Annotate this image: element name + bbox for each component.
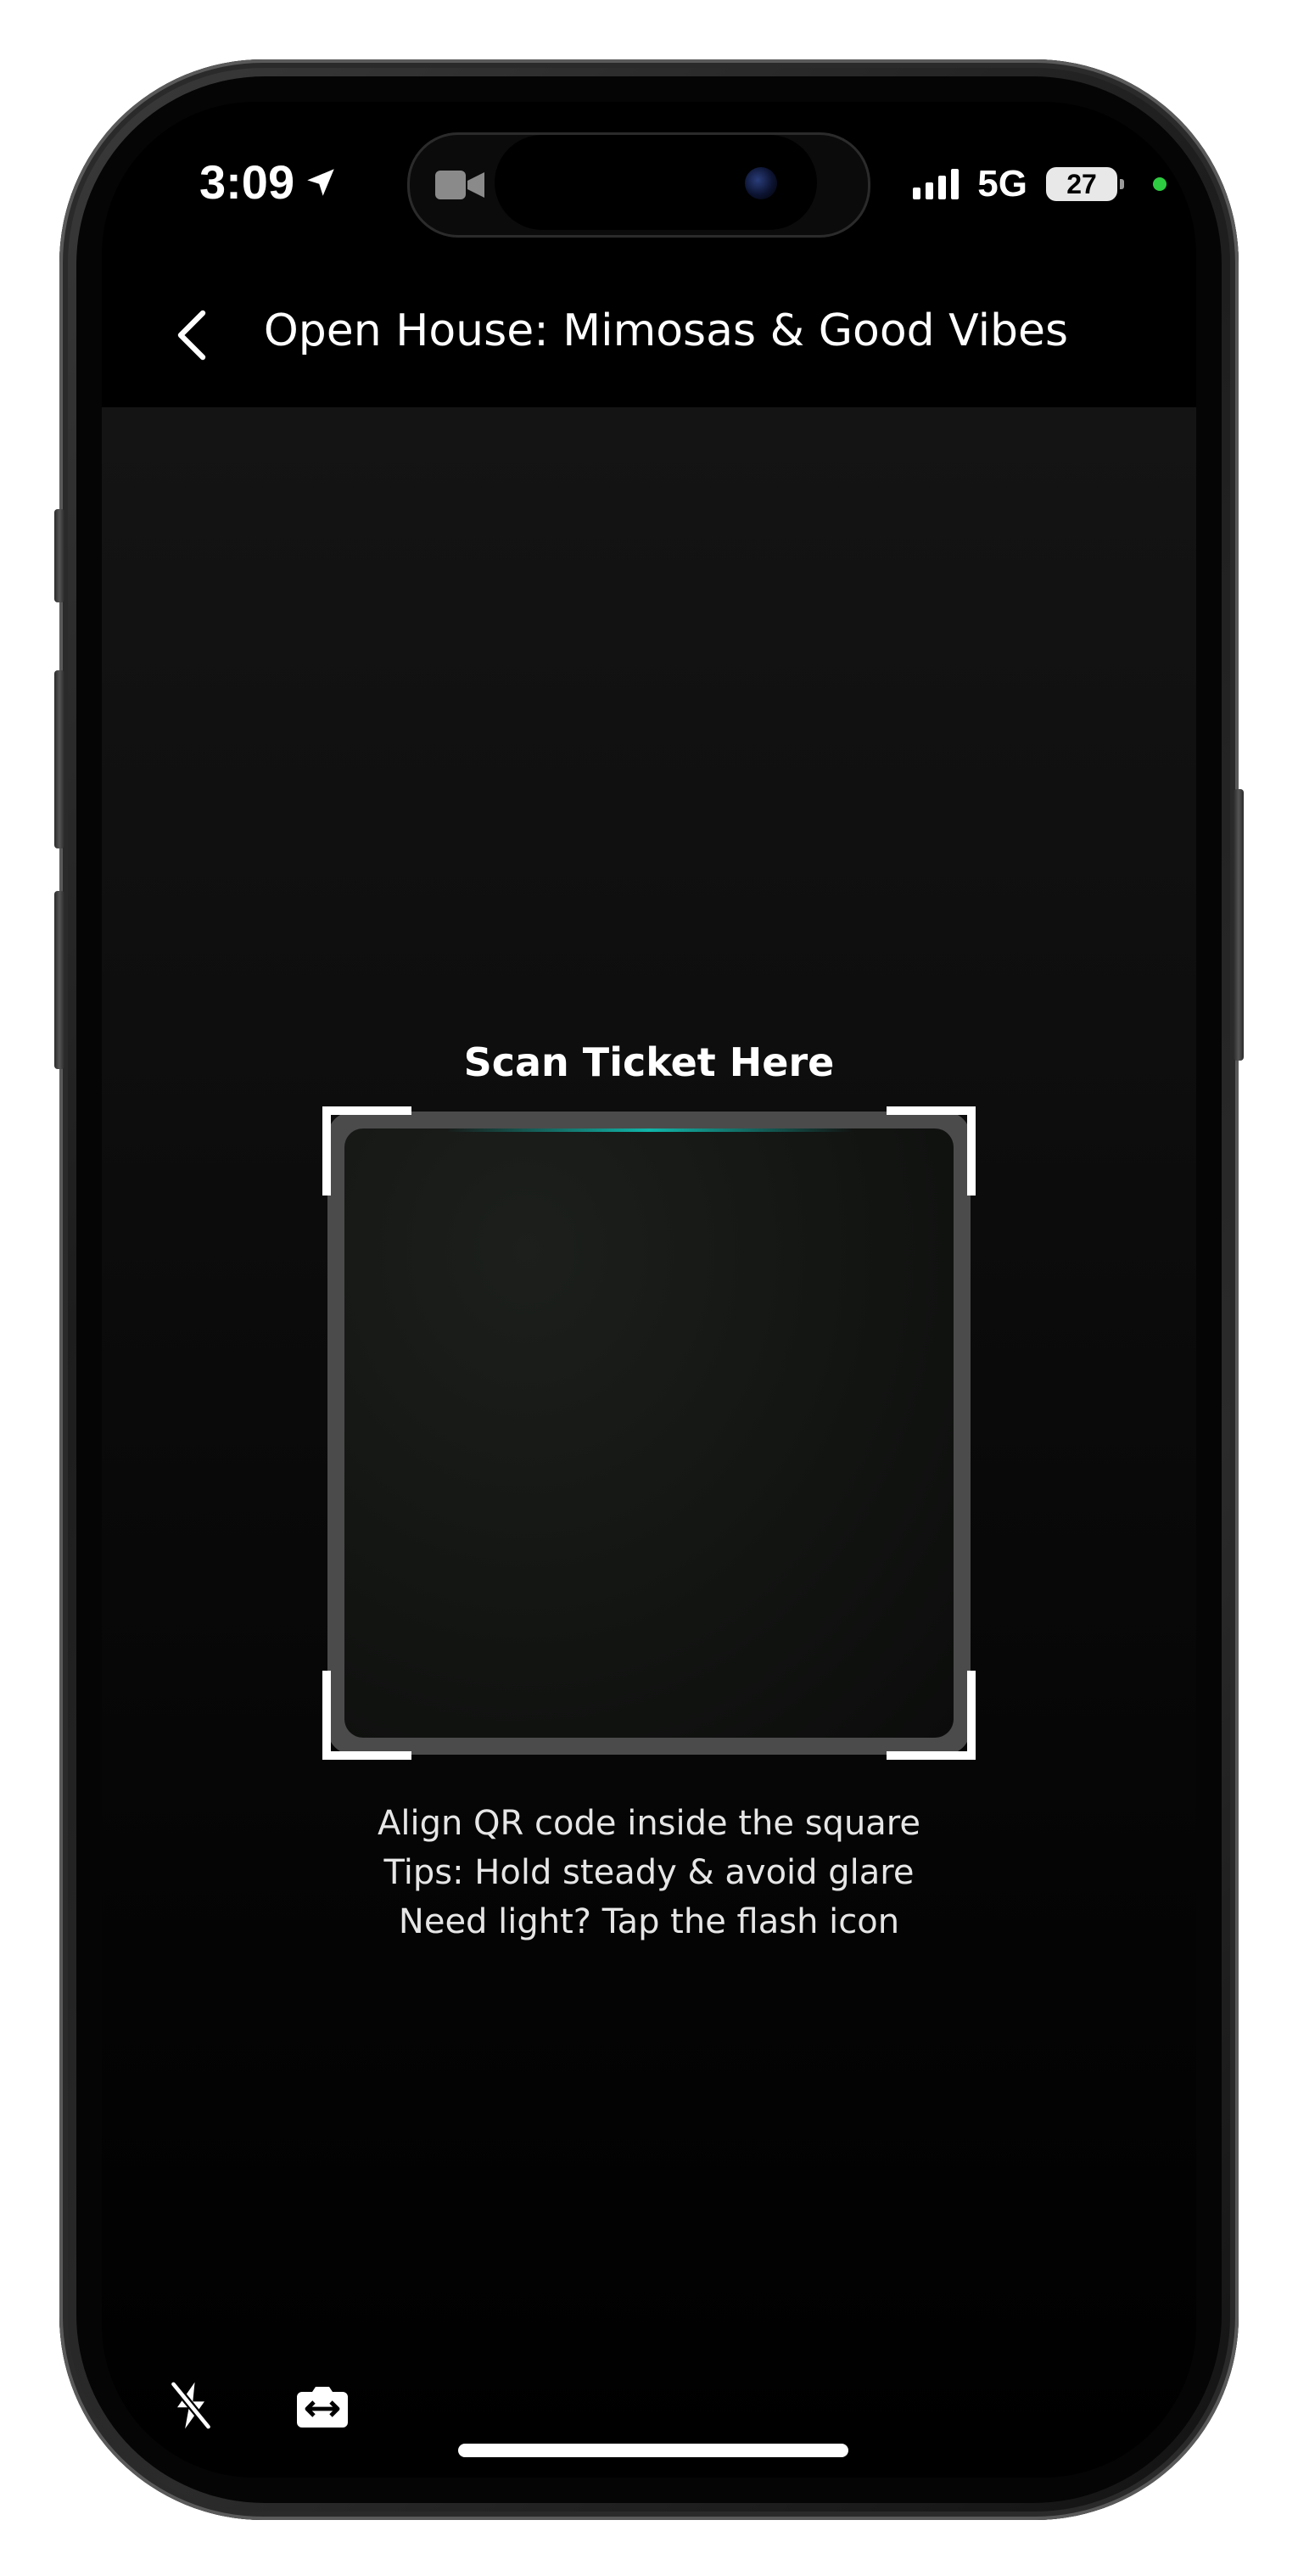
scan-title: Scan Ticket Here	[463, 1039, 835, 1085]
scan-line	[446, 1128, 852, 1132]
scan-frame	[322, 1106, 976, 1760]
power-button	[1234, 789, 1244, 1061]
front-camera-lens	[745, 167, 777, 199]
action-button	[54, 509, 64, 602]
volume-down-button	[54, 891, 64, 1069]
privacy-indicator-dot	[1153, 177, 1167, 191]
tip-line: Tips: Hold steady & avoid glare	[383, 1853, 915, 1892]
frame-corner-top-right	[887, 1106, 976, 1196]
tip-line: Align QR code inside the square	[378, 1804, 920, 1843]
frame-corner-top-left	[322, 1106, 411, 1196]
battery-level: 27	[1066, 168, 1097, 199]
volume-up-button	[54, 670, 64, 848]
dynamic-island	[407, 132, 870, 238]
status-bar: 3:09 5G 27	[102, 102, 1196, 263]
scan-tips: Align QR code inside the square Tips: Ho…	[102, 1799, 1196, 1946]
status-time: 3:09	[199, 154, 338, 210]
nav-header: Open House: Mimosas & Good Vibes	[102, 263, 1196, 407]
flash-toggle-button[interactable]	[161, 2376, 221, 2435]
network-type: 5G	[977, 163, 1027, 204]
tip-line: Need light? Tap the flash icon	[398, 1902, 900, 1941]
flash-off-icon	[169, 2380, 213, 2431]
home-indicator[interactable]	[458, 2444, 848, 2457]
cellular-signal-icon	[913, 169, 960, 199]
screen: 3:09 5G 27 Open House: Mimosas & Good Vi…	[102, 102, 1196, 2478]
video-camera-icon	[435, 171, 484, 199]
frame-corner-bottom-left	[322, 1671, 411, 1760]
page-title: Open House: Mimosas & Good Vibes	[263, 305, 1069, 356]
battery-icon: 27	[1046, 167, 1124, 201]
switch-camera-button[interactable]	[293, 2376, 352, 2435]
camera-preview: Scan Ticket Here Align QR code inside th…	[102, 407, 1196, 2478]
camera-controls	[161, 2376, 352, 2435]
scan-window	[344, 1128, 954, 1738]
location-arrow-icon	[307, 168, 334, 196]
switch-camera-icon	[297, 2387, 348, 2428]
time-text: 3:09	[199, 155, 295, 209]
status-indicators: 5G 27	[913, 163, 1167, 205]
frame-corner-bottom-right	[887, 1671, 976, 1760]
